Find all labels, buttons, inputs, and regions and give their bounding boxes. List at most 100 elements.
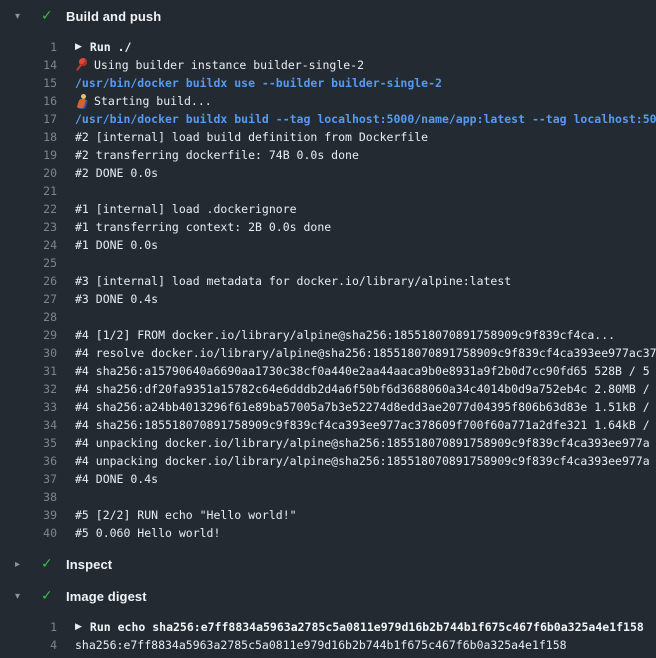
line-number[interactable]: 22 xyxy=(0,200,75,218)
log-line: 31#4 sha256:a15790640a6690aa1730c38cf0a4… xyxy=(0,362,656,380)
line-number[interactable]: 39 xyxy=(0,506,75,524)
log-line: 14 Using builder instance builder-single-… xyxy=(0,56,656,74)
line-number[interactable]: 36 xyxy=(0,452,75,470)
line-number[interactable]: 14 xyxy=(0,56,75,74)
line-number[interactable]: 23 xyxy=(0,218,75,236)
log-text: #2 DONE 0.0s xyxy=(75,164,158,182)
line-number[interactable]: 19 xyxy=(0,146,75,164)
line-number[interactable]: 33 xyxy=(0,398,75,416)
log-line: 30#4 resolve docker.io/library/alpine@sh… xyxy=(0,344,656,362)
line-number[interactable]: 29 xyxy=(0,326,75,344)
log-text: #5 0.060 Hello world! xyxy=(75,524,220,542)
log-line: 17/usr/bin/docker buildx build --tag loc… xyxy=(0,110,656,128)
log-text: #4 unpacking docker.io/library/alpine@sh… xyxy=(75,434,650,452)
section-title: Inspect xyxy=(66,557,112,572)
log-text: #4 sha256:a24bb4013296f61e89ba57005a7b3e… xyxy=(75,398,650,416)
log-line: 39#5 [2/2] RUN echo "Hello world!" xyxy=(0,506,656,524)
line-number[interactable]: 24 xyxy=(0,236,75,254)
log-text: #1 transferring context: 2B 0.0s done xyxy=(75,218,331,236)
log-line: 25 xyxy=(0,254,656,272)
pushpin-icon xyxy=(75,58,89,72)
line-number[interactable]: 1 xyxy=(0,38,75,56)
section-title: Build and push xyxy=(66,9,161,24)
chevron-right-icon[interactable]: ▸ xyxy=(15,559,28,570)
log-text: #2 transferring dockerfile: 74B 0.0s don… xyxy=(75,146,359,164)
section-inspect: ▸✓Inspect xyxy=(0,548,656,580)
line-number[interactable]: 17 xyxy=(0,110,75,128)
log-line: 40#5 0.060 Hello world! xyxy=(0,524,656,542)
line-number[interactable]: 32 xyxy=(0,380,75,398)
log-text: #1 [internal] load .dockerignore xyxy=(75,200,297,218)
log-text: #2 [internal] load build definition from… xyxy=(75,128,428,146)
section-build-and-push: ▾ ✓ Build and push 1▶ Run ./ 14 Using builder … xyxy=(0,0,656,548)
log-line: 18#2 [internal] load build definition fr… xyxy=(0,128,656,146)
line-number[interactable]: 18 xyxy=(0,128,75,146)
line-number[interactable]: 30 xyxy=(0,344,75,362)
log-text: /usr/bin/docker buildx build --tag local… xyxy=(75,110,656,128)
line-number[interactable]: 40 xyxy=(0,524,75,542)
group-expander-icon[interactable]: ▶ xyxy=(75,38,82,56)
log-line: 23#1 transferring context: 2B 0.0s done xyxy=(0,218,656,236)
log-line: 1▶ Run ./ xyxy=(0,38,656,56)
log-text: sha256:e7ff8834a5963a2785c5a0811e979d16b… xyxy=(75,636,567,654)
log-line: 16 Starting build... xyxy=(0,92,656,110)
line-number[interactable]: 38 xyxy=(0,488,75,506)
success-check-icon: ✓ xyxy=(41,588,55,604)
log-line: 35#4 unpacking docker.io/library/alpine@… xyxy=(0,434,656,452)
section-header-inspect[interactable]: ▸✓Inspect xyxy=(0,548,656,580)
log-body-build-and-push: 1▶ Run ./ 14 Using builder instance builder… xyxy=(0,32,656,548)
line-number[interactable]: 37 xyxy=(0,470,75,488)
line-number[interactable]: 27 xyxy=(0,290,75,308)
line-number[interactable]: 1 xyxy=(0,618,75,636)
log-text: #4 DONE 0.4s xyxy=(75,470,158,488)
log-text: #4 unpacking docker.io/library/alpine@sh… xyxy=(75,452,650,470)
log-text: #4 resolve docker.io/library/alpine@sha2… xyxy=(75,344,656,362)
log-line: 36#4 unpacking docker.io/library/alpine@… xyxy=(0,452,656,470)
log-line: 32#4 sha256:df20fa9351a15782c64e6dddb2d4… xyxy=(0,380,656,398)
log-line: 1▶ Run echo sha256:e7ff8834a5963a2785c5a0… xyxy=(0,618,656,636)
line-number[interactable]: 4 xyxy=(0,636,75,654)
chevron-down-icon[interactable]: ▾ xyxy=(15,591,28,602)
line-number[interactable]: 16 xyxy=(0,92,75,110)
log-text: #3 DONE 0.4s xyxy=(75,290,158,308)
line-number[interactable]: 28 xyxy=(0,308,75,326)
log-line: 37#4 DONE 0.4s xyxy=(0,470,656,488)
log-text: Run echo sha256:e7ff8834a5963a2785c5a081… xyxy=(90,618,644,636)
log-line: 34#4 sha256:185518070891758909c9f839cf4c… xyxy=(0,416,656,434)
line-number[interactable]: 35 xyxy=(0,434,75,452)
line-number[interactable]: 25 xyxy=(0,254,75,272)
log-text: #3 [internal] load metadata for docker.i… xyxy=(75,272,511,290)
log-text: Starting build... xyxy=(94,92,212,110)
log-line: 22#1 [internal] load .dockerignore xyxy=(0,200,656,218)
log-text: #1 DONE 0.0s xyxy=(75,236,158,254)
log-text: #4 sha256:a15790640a6690aa1730c38cf0a440… xyxy=(75,362,650,380)
log-line: 29#4 [1/2] FROM docker.io/library/alpine… xyxy=(0,326,656,344)
line-number[interactable]: 15 xyxy=(0,74,75,92)
section-header-image-digest[interactable]: ▾ ✓ Image digest xyxy=(0,580,656,612)
line-number[interactable]: 34 xyxy=(0,416,75,434)
section-title: Image digest xyxy=(66,589,147,604)
group-expander-icon[interactable]: ▶ xyxy=(75,618,82,636)
chevron-down-icon[interactable]: ▾ xyxy=(15,11,28,22)
log-text: #5 [2/2] RUN echo "Hello world!" xyxy=(75,506,297,524)
log-body-image-digest: 1▶ Run echo sha256:e7ff8834a5963a2785c5a0… xyxy=(0,612,656,658)
log-line: 38 xyxy=(0,488,656,506)
log-line: 21 xyxy=(0,182,656,200)
log-line: 26#3 [internal] load metadata for docker… xyxy=(0,272,656,290)
log-line: 24#1 DONE 0.0s xyxy=(0,236,656,254)
actions-log-viewer: ▾✓Build and push1▶Run ./14Using builder … xyxy=(0,0,656,658)
line-number[interactable]: 20 xyxy=(0,164,75,182)
line-number[interactable]: 31 xyxy=(0,362,75,380)
log-line: 19#2 transferring dockerfile: 74B 0.0s d… xyxy=(0,146,656,164)
runner-icon xyxy=(75,94,89,108)
section-image-digest: ▾ ✓ Image digest 1▶ Run echo sha256:e7ff8834… xyxy=(0,580,656,658)
log-text: Run ./ xyxy=(90,38,132,56)
log-text: #4 sha256:185518070891758909c9f839cf4ca3… xyxy=(75,416,650,434)
section-header-build-and-push[interactable]: ▾ ✓ Build and push xyxy=(0,0,656,32)
log-text: Using builder instance builder-single-2 xyxy=(94,56,364,74)
line-number[interactable]: 21 xyxy=(0,182,75,200)
log-line: 28 xyxy=(0,308,656,326)
success-check-icon: ✓ xyxy=(41,8,55,24)
line-number[interactable]: 26 xyxy=(0,272,75,290)
log-line: 15/usr/bin/docker buildx use --builder b… xyxy=(0,74,656,92)
